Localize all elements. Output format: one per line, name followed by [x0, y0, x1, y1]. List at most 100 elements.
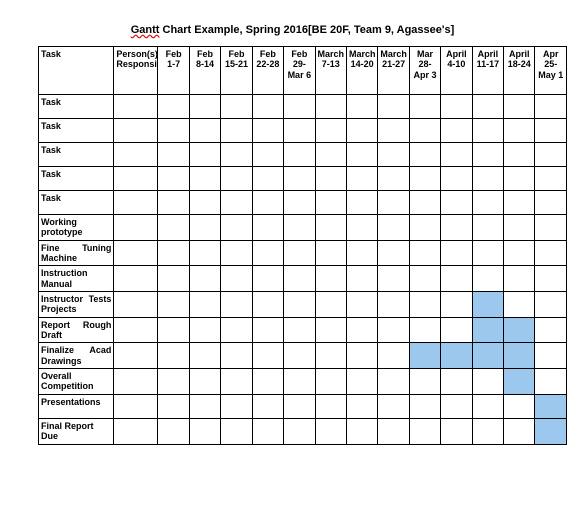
header-week-12: Apr 25- May 1 — [535, 47, 567, 95]
header-week-2: Feb 15-21 — [221, 47, 252, 95]
gantt-cell — [189, 215, 220, 241]
gantt-cell — [346, 119, 377, 143]
table-row: Task — [39, 191, 567, 215]
gantt-cell — [252, 215, 283, 241]
gantt-cell — [535, 119, 567, 143]
table-row: Instruction Manual — [39, 266, 567, 292]
gantt-cell — [504, 95, 535, 119]
table-row: Finalize Acad Drawings — [39, 343, 567, 369]
gantt-cell — [409, 191, 440, 215]
header-week-3: Feb 22-28 — [252, 47, 283, 95]
task-label: Instructor Tests Projects — [39, 292, 114, 318]
gantt-cell — [221, 215, 252, 241]
gantt-cell — [252, 240, 283, 266]
gantt-cell — [189, 167, 220, 191]
gantt-cell — [252, 369, 283, 395]
gantt-cell — [189, 119, 220, 143]
gantt-cell — [284, 143, 315, 167]
gantt-cell — [409, 394, 440, 418]
header-week-6: March 14-20 — [346, 47, 377, 95]
gantt-cell — [252, 95, 283, 119]
gantt-cell — [158, 343, 189, 369]
gantt-cell — [441, 292, 472, 318]
task-label: Task — [39, 167, 114, 191]
gantt-cell — [346, 343, 377, 369]
gantt-cell — [284, 292, 315, 318]
gantt-cell — [378, 292, 409, 318]
gantt-cell — [315, 394, 346, 418]
gantt-cell — [346, 240, 377, 266]
task-label: Final Report Due — [39, 418, 114, 444]
gantt-cell — [504, 292, 535, 318]
gantt-cell — [441, 95, 472, 119]
gantt-cell — [409, 215, 440, 241]
gantt-cell — [221, 343, 252, 369]
task-label: Task — [39, 143, 114, 167]
table-row: Working prototype — [39, 215, 567, 241]
gantt-cell — [378, 215, 409, 241]
gantt-cell — [284, 95, 315, 119]
gantt-cell — [189, 95, 220, 119]
gantt-cell — [315, 240, 346, 266]
gantt-cell — [189, 191, 220, 215]
gantt-cell — [378, 191, 409, 215]
task-label: Finalize Acad Drawings — [39, 343, 114, 369]
gantt-cell — [535, 292, 567, 318]
gantt-cell — [252, 119, 283, 143]
gantt-cell — [221, 191, 252, 215]
gantt-cell — [472, 167, 503, 191]
gantt-cell — [221, 266, 252, 292]
header-week-1: Feb 8-14 — [189, 47, 220, 95]
gantt-cell — [504, 418, 535, 444]
gantt-cell — [472, 317, 503, 343]
gantt-cell — [221, 143, 252, 167]
gantt-cell — [284, 418, 315, 444]
gantt-cell — [378, 240, 409, 266]
gantt-cell — [504, 266, 535, 292]
gantt-cell — [409, 418, 440, 444]
gantt-cell — [441, 143, 472, 167]
gantt-cell — [189, 394, 220, 418]
task-label: Instruction Manual — [39, 266, 114, 292]
gantt-cell — [189, 240, 220, 266]
gantt-cell — [189, 143, 220, 167]
gantt-cell — [441, 394, 472, 418]
gantt-cell — [409, 369, 440, 395]
gantt-cell — [158, 240, 189, 266]
person-cell — [114, 143, 158, 167]
gantt-cell — [378, 394, 409, 418]
gantt-cell — [535, 191, 567, 215]
gantt-cell — [472, 95, 503, 119]
gantt-cell — [378, 317, 409, 343]
gantt-cell — [315, 266, 346, 292]
person-cell — [114, 240, 158, 266]
table-row: Presentations — [39, 394, 567, 418]
gantt-cell — [441, 343, 472, 369]
gantt-cell — [315, 343, 346, 369]
gantt-cell — [378, 343, 409, 369]
gantt-cell — [472, 418, 503, 444]
gantt-cell — [284, 191, 315, 215]
person-cell — [114, 292, 158, 318]
gantt-cell — [504, 343, 535, 369]
gantt-cell — [252, 266, 283, 292]
table-row: Task — [39, 95, 567, 119]
task-label: Task — [39, 95, 114, 119]
gantt-cell — [158, 167, 189, 191]
gantt-cell — [252, 394, 283, 418]
gantt-cell — [441, 167, 472, 191]
gantt-cell — [158, 95, 189, 119]
gantt-cell — [284, 215, 315, 241]
gantt-cell — [409, 119, 440, 143]
gantt-cell — [158, 369, 189, 395]
gantt-cell — [409, 95, 440, 119]
gantt-cell — [346, 418, 377, 444]
gantt-cell — [315, 369, 346, 395]
table-row: Task — [39, 167, 567, 191]
person-cell — [114, 167, 158, 191]
person-cell — [114, 95, 158, 119]
gantt-cell — [346, 95, 377, 119]
gantt-cell — [252, 292, 283, 318]
task-label: Report Rough Draft — [39, 317, 114, 343]
gantt-cell — [535, 343, 567, 369]
